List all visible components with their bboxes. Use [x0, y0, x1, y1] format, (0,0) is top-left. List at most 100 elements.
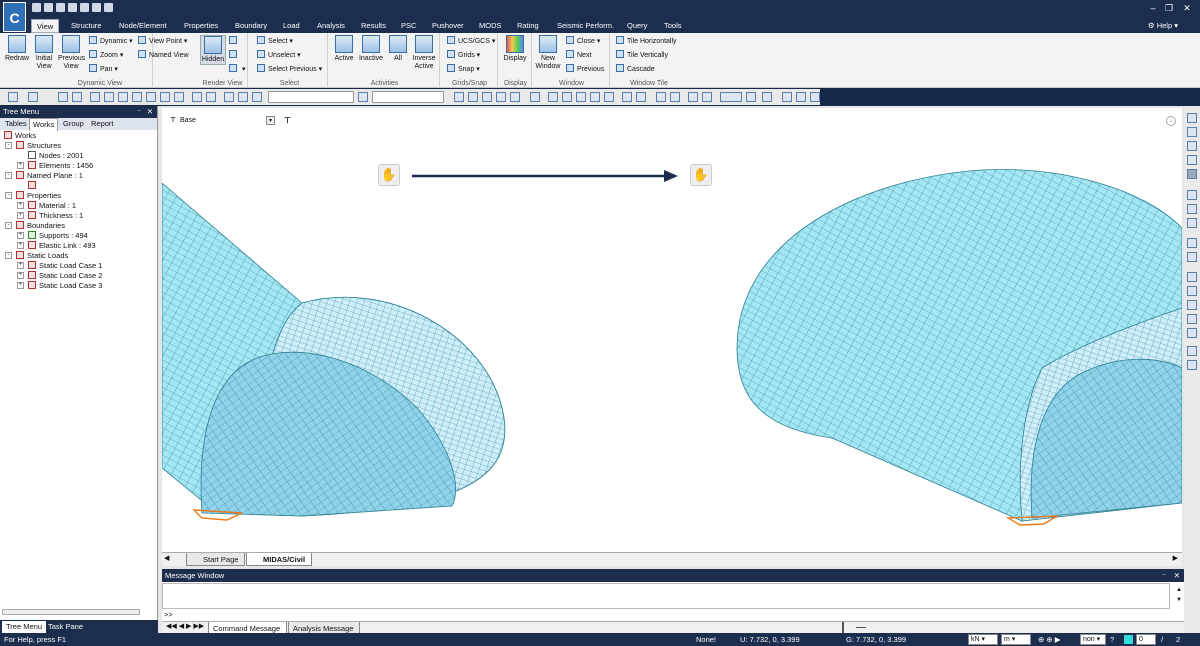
- toolbar-icon-29[interactable]: [656, 92, 666, 102]
- toolbar-icon-22[interactable]: [548, 92, 558, 102]
- close-icon[interactable]: ✕: [1174, 569, 1180, 582]
- toolbar-icon-17[interactable]: [468, 92, 478, 102]
- close-icon[interactable]: ✕: [1180, 2, 1194, 14]
- dynamic-button[interactable]: Dynamic ▾: [89, 36, 133, 47]
- collapse-icon[interactable]: -: [5, 222, 12, 229]
- tree-node-structures[interactable]: Structures: [16, 141, 61, 151]
- expand-icon[interactable]: +: [17, 212, 24, 219]
- toolbar-icon-28[interactable]: [636, 92, 646, 102]
- toolbar-icon-26[interactable]: [604, 92, 614, 102]
- toolbar-icon-4[interactable]: [104, 92, 114, 102]
- status-tool-icons[interactable]: ⊕ ⊕ ▶: [1038, 633, 1061, 646]
- toolbar-icon-19[interactable]: [496, 92, 506, 102]
- tab-rating[interactable]: Rating: [512, 19, 544, 33]
- zoom-in-icon[interactable]: [1187, 127, 1197, 137]
- toolbar-icon-37[interactable]: [796, 92, 806, 102]
- inverse-active-button[interactable]: Inverse Active: [411, 35, 437, 71]
- restore-icon[interactable]: ❐: [1162, 2, 1176, 14]
- tree-node-load-case-1[interactable]: Static Load Case 1: [28, 261, 102, 271]
- expand-icon[interactable]: +: [17, 272, 24, 279]
- toolbar-icon-5[interactable]: [118, 92, 128, 102]
- toolbar-icon-21[interactable]: [530, 92, 540, 102]
- toolbar-icon-27[interactable]: [622, 92, 632, 102]
- toolbar-icon-3[interactable]: [90, 92, 100, 102]
- render-toggle-1[interactable]: [229, 36, 240, 47]
- tab-mods[interactable]: MODS: [474, 19, 507, 33]
- expand-icon[interactable]: +: [17, 232, 24, 239]
- command-prompt[interactable]: >>: [164, 610, 173, 619]
- message-tab-nav-icons[interactable]: ◀◀ ◀ ▶ ▶▶: [166, 622, 204, 630]
- tree-node-thickness[interactable]: Thickness : 1: [28, 211, 83, 221]
- toolbar-icon-36[interactable]: [782, 92, 792, 102]
- message-scrollbar[interactable]: ▲ ▼: [1176, 585, 1182, 605]
- toolbar-icon-14[interactable]: [252, 92, 262, 102]
- toolbar-icon-30[interactable]: [670, 92, 680, 102]
- tab-group[interactable]: Group: [60, 118, 87, 130]
- select-button[interactable]: Select ▾: [257, 36, 293, 47]
- tab-properties[interactable]: Properties: [179, 19, 223, 33]
- tree-node-static-loads[interactable]: Static Loads: [16, 251, 68, 261]
- undo-icon[interactable]: [80, 3, 89, 12]
- tab-tools[interactable]: Tools: [659, 19, 687, 33]
- toolbar-icon-6[interactable]: [132, 92, 142, 102]
- expand-icon[interactable]: +: [17, 162, 24, 169]
- display-button[interactable]: Display: [502, 35, 528, 63]
- print-icon[interactable]: [104, 3, 113, 12]
- expand-icon[interactable]: +: [17, 202, 24, 209]
- toolbar-icon-13[interactable]: [238, 92, 248, 102]
- select-mode-dropdown[interactable]: [268, 91, 354, 103]
- previous-view-button[interactable]: Previous View: [58, 35, 85, 71]
- rb-icon-6[interactable]: [1187, 190, 1197, 200]
- tree-node-boundaries[interactable]: Boundaries: [16, 221, 65, 231]
- collapse-icon[interactable]: -: [5, 192, 12, 199]
- rb-icon-14[interactable]: [1187, 314, 1197, 324]
- tree-node-load-case-2[interactable]: Static Load Case 2: [28, 271, 102, 281]
- tree-node-load-case-3[interactable]: Static Load Case 3: [28, 281, 102, 291]
- pin-icon[interactable]: ⁻: [137, 106, 141, 118]
- tree-node-nodes[interactable]: Nodes : 2001: [28, 151, 84, 161]
- tree-node-elastic-link[interactable]: Elastic Link : 493: [28, 241, 96, 251]
- toolbar-icon-11[interactable]: [206, 92, 216, 102]
- tab-boundary[interactable]: Boundary: [230, 19, 272, 33]
- tree-node-material[interactable]: Material : 1: [28, 201, 76, 211]
- rb-icon-8[interactable]: [1187, 218, 1197, 228]
- scroll-right-icon[interactable]: ▶: [1173, 554, 1178, 562]
- tab-start-page[interactable]: Start Page: [186, 553, 246, 566]
- toolbar-icon-1[interactable]: [58, 92, 68, 102]
- splitter[interactable]: [842, 622, 844, 633]
- tree-node-elements[interactable]: Elements : 1456: [28, 161, 93, 171]
- tab-query[interactable]: Query: [622, 19, 652, 33]
- rb-icon-17[interactable]: [1187, 360, 1197, 370]
- rb-icon-5[interactable]: [1187, 169, 1197, 179]
- filter-dropdown[interactable]: [372, 91, 444, 103]
- save-icon[interactable]: [56, 3, 65, 12]
- new-window-button[interactable]: New Window: [535, 35, 561, 71]
- tree-horizontal-scrollbar[interactable]: [2, 609, 140, 615]
- minimize-icon[interactable]: –: [1146, 2, 1160, 14]
- tree-node-plane-item[interactable]: [28, 181, 39, 191]
- toolbar-icon-2[interactable]: [72, 92, 82, 102]
- tab-task-pane[interactable]: Task Pane: [44, 621, 87, 633]
- mode-select[interactable]: non ▾: [1080, 634, 1106, 645]
- redraw-button[interactable]: Redraw: [4, 35, 30, 63]
- tab-results[interactable]: Results: [356, 19, 391, 33]
- toolbar-icon-35[interactable]: [762, 92, 772, 102]
- tab-analysis[interactable]: Analysis: [312, 19, 350, 33]
- tile-horizontally-button[interactable]: Tile Horizontally: [616, 36, 677, 47]
- rb-icon-16[interactable]: [1187, 346, 1197, 356]
- toolbar-icon-25[interactable]: [590, 92, 600, 102]
- collapse-icon[interactable]: -: [5, 172, 12, 179]
- rb-icon-15[interactable]: [1187, 328, 1197, 338]
- collapse-icon[interactable]: -: [5, 142, 12, 149]
- tree-node-supports[interactable]: Supports : 494: [28, 231, 88, 241]
- named-view-button[interactable]: Named View: [138, 50, 189, 61]
- rb-icon-9[interactable]: [1187, 238, 1197, 248]
- zoom-out-icon[interactable]: [1187, 141, 1197, 151]
- hidden-button[interactable]: Hidden: [200, 35, 226, 65]
- unselect-button[interactable]: Unselect ▾: [257, 50, 301, 61]
- zoom-fit-icon[interactable]: [1187, 155, 1197, 165]
- close-window-button[interactable]: Close ▾: [566, 36, 600, 47]
- toolbar-icon-34[interactable]: [746, 92, 756, 102]
- tab-load[interactable]: Load: [278, 19, 305, 33]
- rb-icon-12[interactable]: [1187, 286, 1197, 296]
